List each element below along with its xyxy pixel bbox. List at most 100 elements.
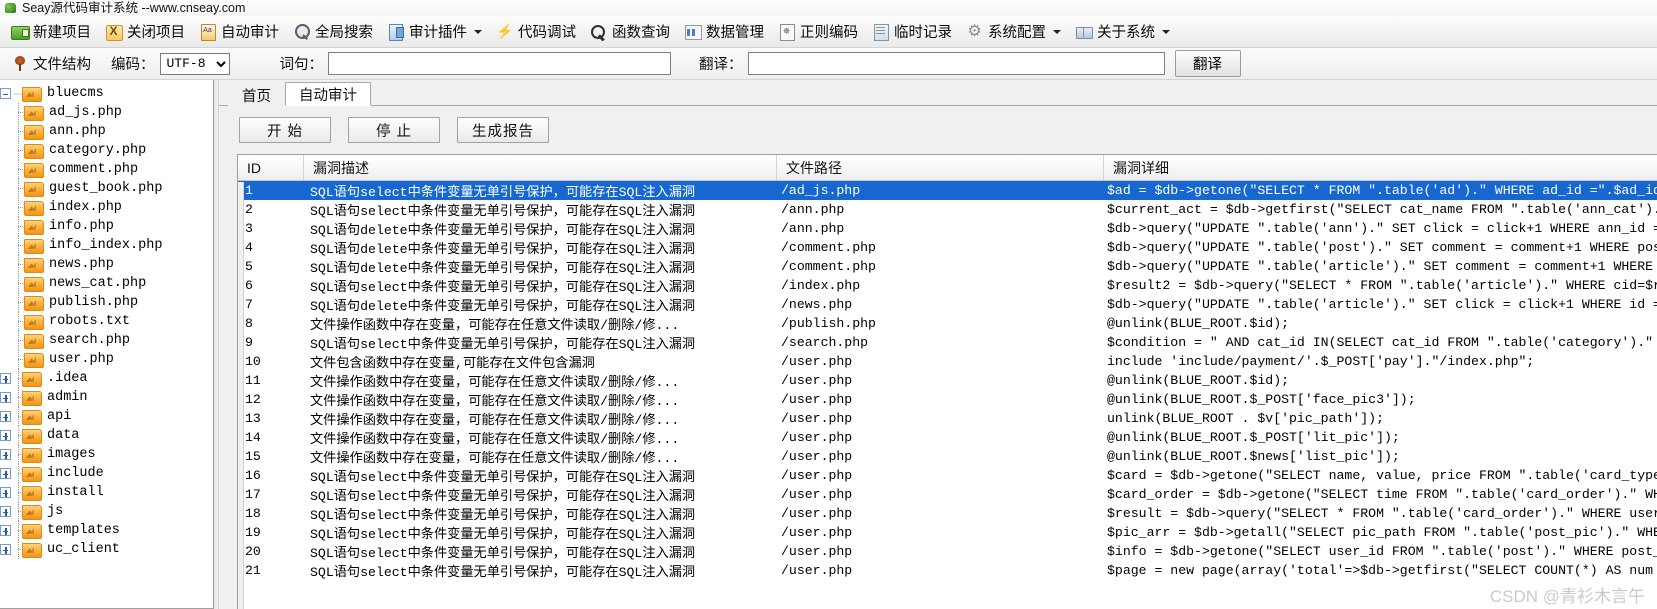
toolbar-item-temp-record[interactable]: 临时记录 bbox=[865, 19, 959, 45]
tree-node-file[interactable]: guest_book.php bbox=[0, 179, 213, 198]
toolbar-item-code-debug[interactable]: 代码调试 bbox=[489, 19, 583, 45]
table-row[interactable]: 5 SQL语句delete中条件变量无单引号保护，可能存在SQL注入漏洞/comm… bbox=[238, 257, 1657, 276]
tree-node-file[interactable]: user.php bbox=[0, 350, 213, 369]
toolbar-item-auto-audit[interactable]: 自动审计 bbox=[192, 19, 286, 45]
table-row[interactable]: 18 SQL语句select中条件变量无单引号保护，可能存在SQL注入漏洞/use… bbox=[238, 504, 1657, 523]
table-row[interactable]: 9 SQL语句select中条件变量无单引号保护，可能存在SQL注入漏洞/sear… bbox=[238, 333, 1657, 352]
table-row[interactable]: 20 SQL语句select中条件变量无单引号保护，可能存在SQL注入漏洞/use… bbox=[238, 542, 1657, 561]
expand-icon[interactable] bbox=[0, 506, 11, 517]
tree-node-file[interactable]: publish.php bbox=[0, 293, 213, 312]
table-row[interactable]: 13 文件操作函数中存在变量，可能存在任意文件读取/删除/修... /user.ph… bbox=[238, 409, 1657, 428]
table-row[interactable]: 6 SQL语句select中条件变量无单引号保护，可能存在SQL注入漏洞/inde… bbox=[238, 276, 1657, 295]
toolbar-item-settings-gear[interactable]: 系统配置 bbox=[959, 19, 1068, 45]
column-header-file-path[interactable]: 文件路径 bbox=[777, 155, 1104, 180]
table-row[interactable]: 12 文件操作函数中存在变量，可能存在任意文件读取/删除/修... /user.ph… bbox=[238, 390, 1657, 409]
start-button[interactable]: 开 始 bbox=[239, 117, 331, 143]
expand-icon[interactable] bbox=[0, 525, 11, 536]
close-project-icon bbox=[105, 23, 123, 41]
tree-node-file[interactable]: category.php bbox=[0, 141, 213, 160]
tree-node-folder[interactable]: admin bbox=[0, 388, 213, 407]
data-manage-icon bbox=[684, 23, 702, 40]
tree-node-folder[interactable]: uc_client bbox=[0, 540, 213, 559]
toolbar-item-function-query[interactable]: 函数查询 bbox=[583, 19, 677, 45]
tree-node-file[interactable]: news.php bbox=[0, 255, 213, 274]
tree-connector bbox=[13, 426, 25, 445]
file-structure-button[interactable]: 文件结构 bbox=[6, 53, 97, 74]
column-header-detail[interactable]: 漏洞详细 bbox=[1104, 155, 1657, 180]
table-row[interactable]: 17 SQL语句select中条件变量无单引号保护，可能存在SQL注入漏洞/use… bbox=[238, 485, 1657, 504]
tree-node-folder[interactable]: images bbox=[0, 445, 213, 464]
expand-icon[interactable] bbox=[0, 373, 11, 384]
encoding-select[interactable]: UTF-8 bbox=[159, 52, 230, 75]
grid-body[interactable]: 1 SQL语句select中条件变量无单引号保护，可能存在SQL注入漏洞/ad_j… bbox=[238, 181, 1657, 609]
toolbar-item-regex-encode[interactable]: 正则编码 bbox=[771, 19, 865, 45]
expand-icon[interactable] bbox=[0, 544, 11, 555]
table-row[interactable]: 21 SQL语句select中条件变量无单引号保护，可能存在SQL注入漏洞/use… bbox=[238, 561, 1657, 580]
expand-icon[interactable] bbox=[0, 411, 11, 422]
table-row[interactable]: 16 SQL语句select中条件变量无单引号保护，可能存在SQL注入漏洞/use… bbox=[238, 466, 1657, 485]
column-header-id[interactable]: ID bbox=[238, 155, 304, 180]
expand-icon[interactable] bbox=[0, 487, 11, 498]
table-row[interactable]: 15 文件操作函数中存在变量，可能存在任意文件读取/删除/修... /user.ph… bbox=[238, 447, 1657, 466]
toolbar-item-close-project[interactable]: 关闭项目 bbox=[98, 19, 192, 45]
report-button[interactable]: 生成报告 bbox=[457, 117, 549, 143]
cell-detail: $db->query("UPDATE ".table('post')." SET… bbox=[1107, 240, 1657, 255]
table-row[interactable]: 3 SQL语句delete中条件变量无单引号保护，可能存在SQL注入漏洞/ann.… bbox=[238, 219, 1657, 238]
tree-node-file[interactable]: info.php bbox=[0, 217, 213, 236]
toolbar-item-global-search[interactable]: 全局搜索 bbox=[286, 19, 380, 45]
toolbar-item-data-manage[interactable]: 数据管理 bbox=[677, 19, 771, 45]
file-tree-panel[interactable]: bluecms ad_js.php ann.php category.php comme… bbox=[0, 80, 214, 609]
toolbar-item-new-project[interactable]: 新建项目 bbox=[4, 19, 98, 45]
tree-node-file[interactable]: news_cat.php bbox=[0, 274, 213, 293]
tree-node-file[interactable]: robots.txt bbox=[0, 312, 213, 331]
expand-icon[interactable] bbox=[0, 449, 11, 460]
expand-icon[interactable] bbox=[0, 430, 11, 441]
tab-auto-audit[interactable]: 自动审计 bbox=[285, 82, 371, 106]
tree-node-folder[interactable]: js bbox=[0, 502, 213, 521]
vulnerability-grid[interactable]: ID 漏洞描述 文件路径 漏洞详细 1 SQL语句select中条件变量无单引号保护，可… bbox=[237, 154, 1657, 609]
column-header-description[interactable]: 漏洞描述 bbox=[304, 155, 777, 180]
translate-input[interactable] bbox=[747, 52, 1165, 75]
tree-node-label: info_index.php bbox=[49, 238, 163, 253]
tree-node-file[interactable]: ann.php bbox=[0, 122, 213, 141]
tree-node-folder[interactable]: install bbox=[0, 483, 213, 502]
tree-connector bbox=[13, 236, 25, 255]
table-row[interactable]: 10 文件包含函数中存在变量,可能存在文件包含漏洞/user.php include… bbox=[238, 352, 1657, 371]
table-row[interactable]: 14 文件操作函数中存在变量，可能存在任意文件读取/删除/修... /user.ph… bbox=[238, 428, 1657, 447]
tree-node-file[interactable]: comment.php bbox=[0, 160, 213, 179]
expand-icon[interactable] bbox=[0, 468, 11, 479]
table-row[interactable]: 11 文件操作函数中存在变量，可能存在任意文件读取/删除/修... /user.ph… bbox=[238, 371, 1657, 390]
folder-icon bbox=[24, 124, 44, 140]
tree-node-file[interactable]: index.php bbox=[0, 198, 213, 217]
tree-node-file[interactable]: ad_js.php bbox=[0, 103, 213, 122]
chevron-down-icon[interactable] bbox=[1162, 29, 1170, 34]
table-row[interactable]: 4 SQL语句delete中条件变量无单引号保护，可能存在SQL注入漏洞/comm… bbox=[238, 238, 1657, 257]
toolbar-item-audit-plugin[interactable]: 审计插件 bbox=[380, 19, 489, 45]
table-row[interactable]: 2 SQL语句select中条件变量无单引号保护，可能存在SQL注入漏洞/ann.… bbox=[238, 200, 1657, 219]
expand-icon[interactable] bbox=[0, 392, 11, 403]
toolbar-item-about-system[interactable]: 关于系统 bbox=[1068, 19, 1177, 45]
tree-node-file[interactable]: search.php bbox=[0, 331, 213, 350]
stop-button[interactable]: 停 止 bbox=[348, 117, 440, 143]
tree-node-folder[interactable]: templates bbox=[0, 521, 213, 540]
cell-detail: $condition = " AND cat_id IN(SELECT cat_… bbox=[1107, 335, 1657, 350]
translate-button[interactable]: 翻译 bbox=[1174, 50, 1241, 77]
table-row[interactable]: 7 SQL语句delete中条件变量无单引号保护，可能存在SQL注入漏洞/news… bbox=[238, 295, 1657, 314]
table-row[interactable]: 8 文件操作函数中存在变量，可能存在任意文件读取/删除/修... /publish.… bbox=[238, 314, 1657, 333]
table-row[interactable]: 1 SQL语句select中条件变量无单引号保护，可能存在SQL注入漏洞/ad_j… bbox=[238, 181, 1657, 200]
tree-node-folder[interactable]: include bbox=[0, 464, 213, 483]
cell-path: /ann.php bbox=[781, 221, 845, 236]
chevron-down-icon[interactable] bbox=[474, 29, 482, 34]
tree-node-folder[interactable]: api bbox=[0, 407, 213, 426]
chevron-down-icon[interactable] bbox=[1053, 29, 1061, 34]
collapse-icon[interactable] bbox=[0, 88, 11, 99]
table-row[interactable]: 19 SQL语句select中条件变量无单引号保护，可能存在SQL注入漏洞/use… bbox=[238, 523, 1657, 542]
tree-root-node[interactable]: bluecms bbox=[0, 84, 213, 103]
tree-node-folder[interactable]: data bbox=[0, 426, 213, 445]
tree-node-file[interactable]: info_index.php bbox=[0, 236, 213, 255]
tree-node-folder[interactable]: .idea bbox=[0, 369, 213, 388]
word-input[interactable] bbox=[328, 52, 671, 75]
cell-path: /user.php bbox=[781, 544, 853, 559]
cell-detail: @unlink(BLUE_ROOT.$_POST['face_pic3']); bbox=[1107, 392, 1416, 407]
tab-home[interactable]: 首页 bbox=[228, 83, 285, 106]
